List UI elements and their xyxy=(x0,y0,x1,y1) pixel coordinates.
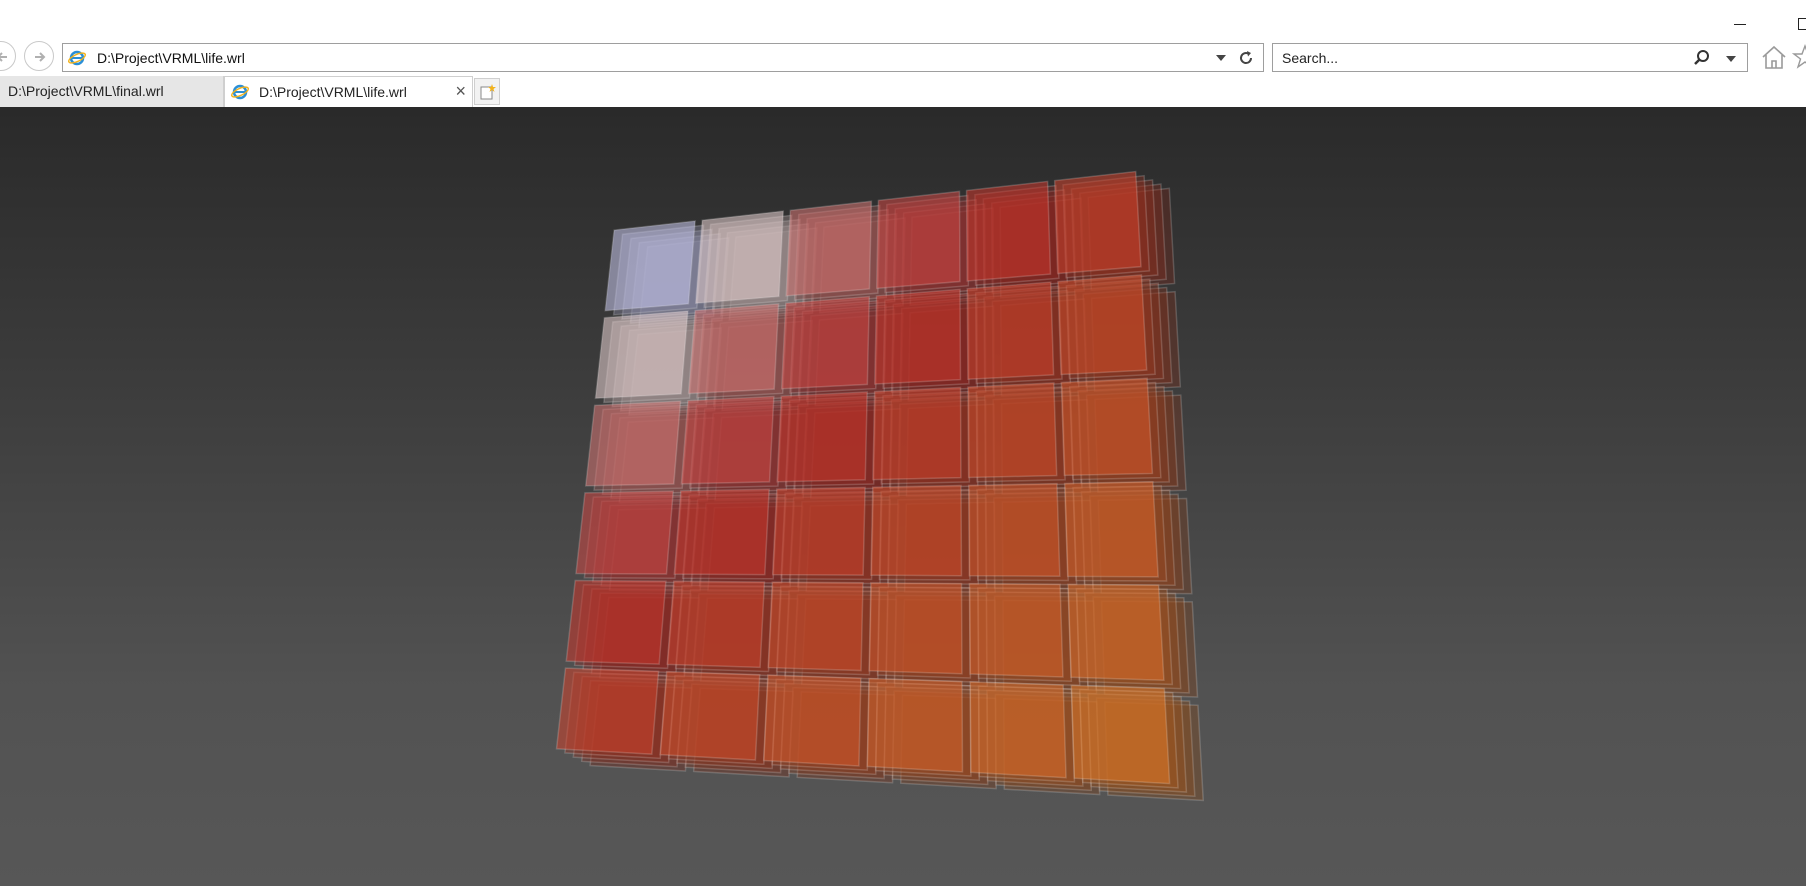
home-icon[interactable] xyxy=(1760,44,1788,70)
cube-face xyxy=(1060,377,1154,477)
vrml-viewport[interactable] xyxy=(0,107,1806,886)
search-placeholder[interactable]: Search... xyxy=(1282,50,1338,66)
search-box[interactable]: Search... xyxy=(1272,43,1748,72)
cube-face xyxy=(875,190,961,290)
title-bar xyxy=(0,0,1806,40)
cube-face xyxy=(776,391,868,483)
maximize-icon[interactable] xyxy=(1798,18,1806,30)
cube-face xyxy=(866,677,964,773)
cube-face xyxy=(1057,274,1148,376)
minimize-icon[interactable] xyxy=(1734,16,1748,30)
cube-face xyxy=(673,488,770,576)
tab-bar: D:\Project\VRML\final.wrl D:\Project\VRM… xyxy=(0,76,1806,108)
tab-label: D:\Project\VRML\final.wrl xyxy=(8,83,164,99)
magnifier-icon[interactable] xyxy=(1693,49,1711,67)
cube-face xyxy=(785,200,873,297)
cube-face xyxy=(966,281,1055,381)
cube-face xyxy=(872,386,962,481)
cube-face xyxy=(870,484,963,577)
internet-explorer-icon xyxy=(68,50,86,66)
cube-face xyxy=(967,382,1058,479)
new-tab-icon xyxy=(480,84,496,100)
arrow-left-icon xyxy=(0,52,7,62)
cube-face xyxy=(780,295,871,390)
cube-grid-scene xyxy=(555,170,1205,802)
chevron-down-icon[interactable] xyxy=(1725,55,1737,63)
arrow-right-icon xyxy=(35,52,46,62)
cube-face xyxy=(762,674,862,767)
chevron-down-icon[interactable] xyxy=(1215,54,1227,62)
forward-button[interactable] xyxy=(24,41,54,71)
tab-life[interactable]: D:\Project\VRML\life.wrl × xyxy=(224,76,473,107)
cube-face xyxy=(575,490,675,575)
address-bar[interactable]: D:\Project\VRML\life.wrl xyxy=(62,43,1264,72)
cube-face xyxy=(969,681,1067,779)
cube-face xyxy=(604,220,697,312)
cube-face xyxy=(694,210,785,305)
cube-face xyxy=(687,303,780,395)
cube-face xyxy=(584,400,682,487)
cube-face xyxy=(1067,583,1165,682)
star-icon[interactable] xyxy=(1792,44,1806,70)
cube-face xyxy=(767,581,864,672)
cube-face xyxy=(874,288,962,385)
cube-face xyxy=(555,667,660,755)
cube-face xyxy=(1070,684,1171,785)
url-text[interactable]: D:\Project\VRML\life.wrl xyxy=(97,50,245,66)
back-button[interactable] xyxy=(0,41,16,71)
cube-face xyxy=(594,310,689,400)
refresh-icon[interactable] xyxy=(1237,49,1255,67)
tab-final[interactable]: D:\Project\VRML\final.wrl xyxy=(0,76,224,107)
new-tab-button[interactable] xyxy=(474,78,500,105)
cube-face xyxy=(965,180,1052,282)
cube-face xyxy=(666,580,766,669)
tab-label: D:\Project\VRML\life.wrl xyxy=(259,84,407,100)
cube-face xyxy=(771,486,866,576)
cube-face xyxy=(659,670,761,761)
cube-face xyxy=(968,582,1064,678)
close-icon[interactable]: × xyxy=(455,82,466,100)
cube-face xyxy=(1053,170,1142,275)
cube-face xyxy=(967,482,1061,578)
internet-explorer-icon xyxy=(231,84,249,100)
cube-face xyxy=(680,395,775,485)
cube-face xyxy=(868,582,963,675)
cube-face xyxy=(565,579,667,665)
cube-face xyxy=(1063,480,1159,578)
